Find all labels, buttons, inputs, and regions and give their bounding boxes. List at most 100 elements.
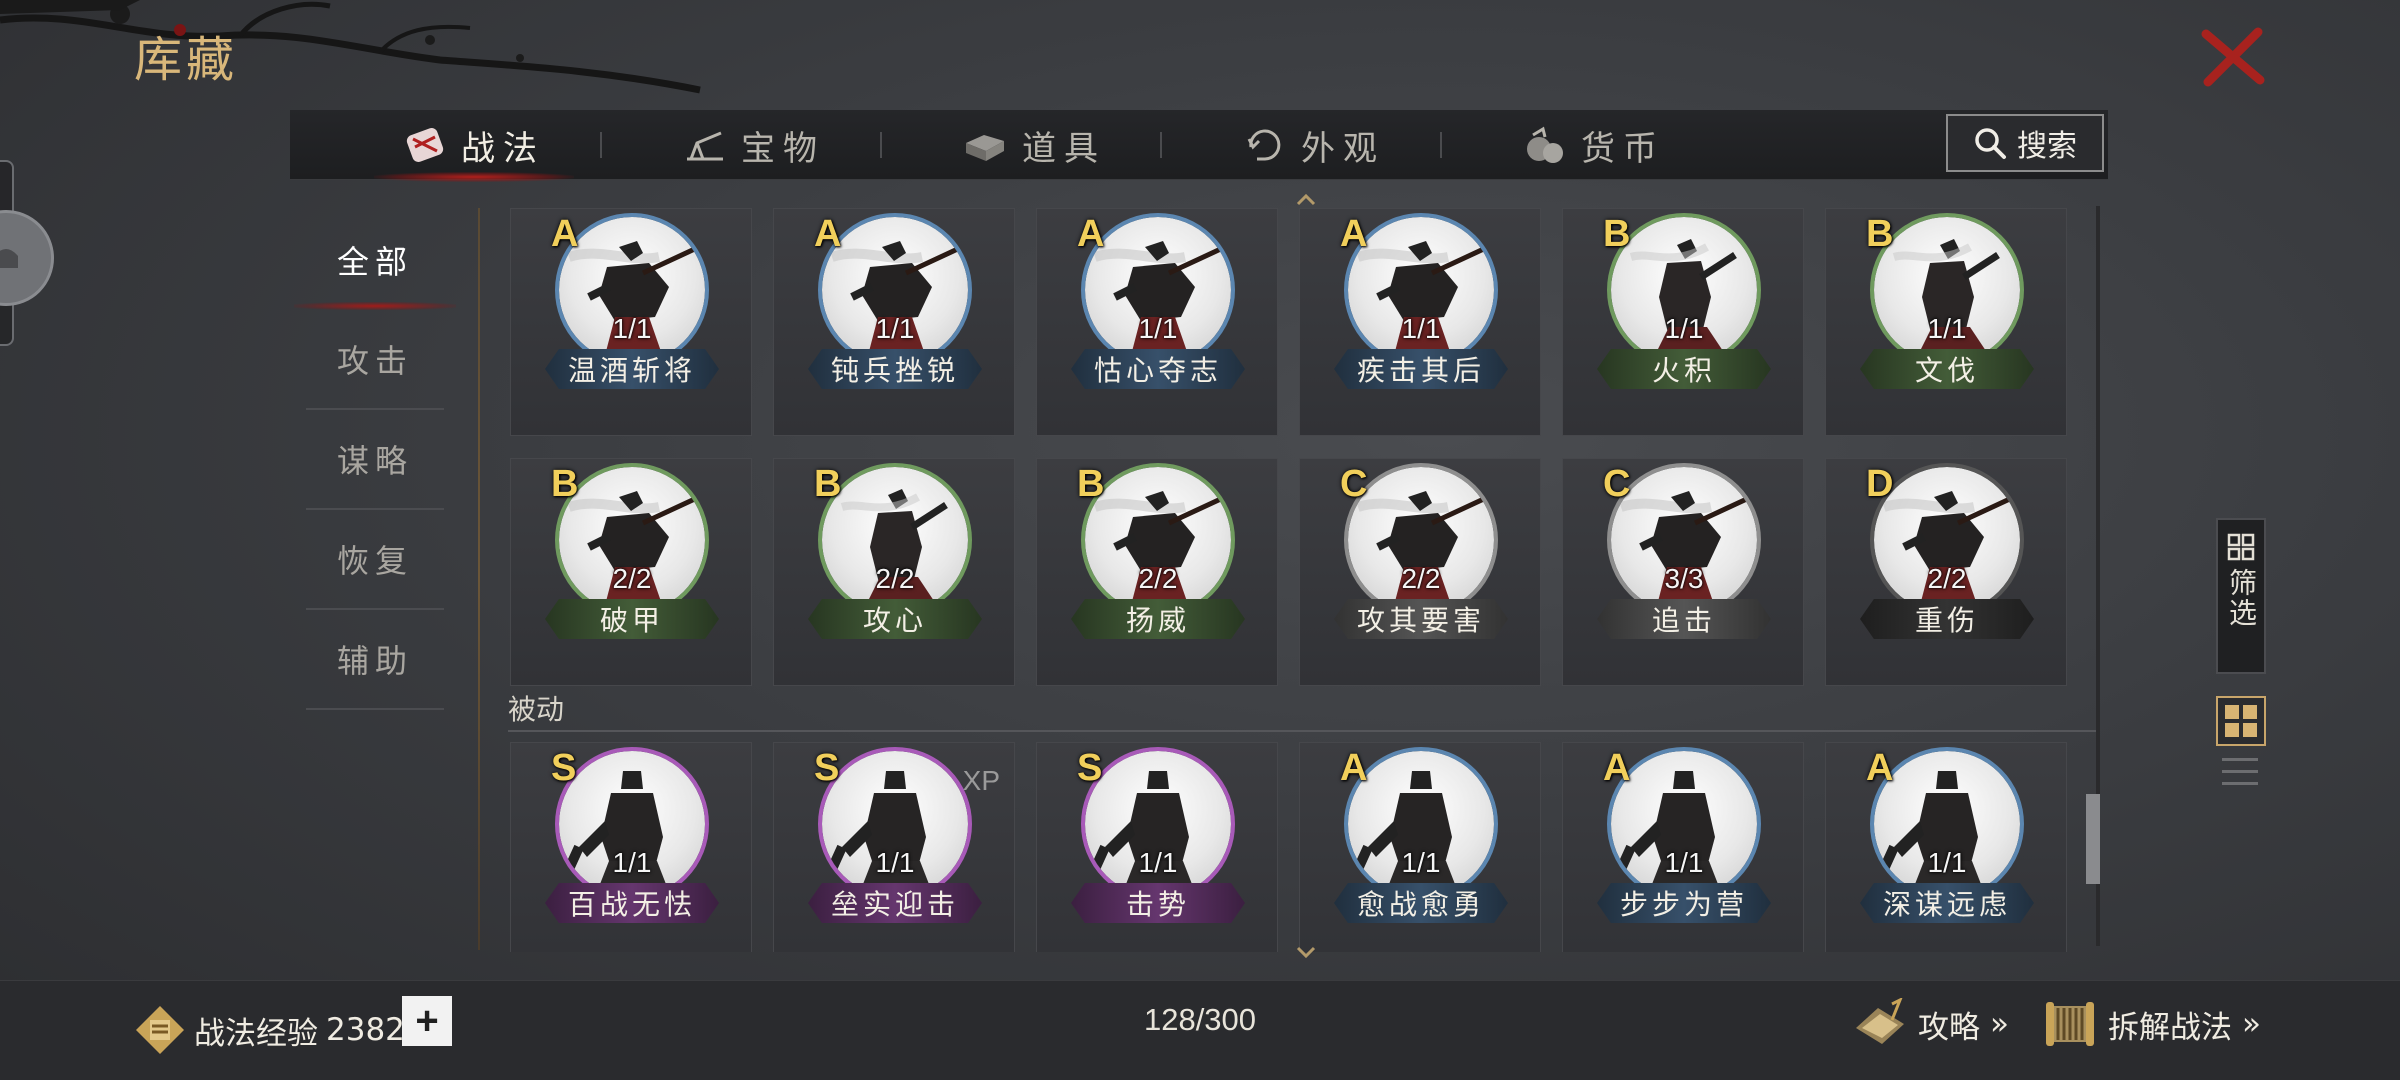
tab-items[interactable]: 道具 [894,110,1174,180]
tactic-count: 2/2 [612,563,652,594]
tactic-name: 百战无怯 [545,883,719,923]
grade-badge: B [1077,463,1105,505]
tactic-name: 愈战愈勇 [1334,883,1508,923]
disassemble-label: 拆解战法 [2108,1009,2232,1046]
tactic-card[interactable]: C 2/2 攻其要害 [1299,458,1541,686]
tactic-name: 击势 [1071,883,1245,923]
tab-divider [1160,132,1162,158]
tactic-card[interactable]: A 1/1 温酒斩将 [510,208,752,436]
tactic-card[interactable]: S 1/1 百战无怯 [510,742,752,952]
scrollbar-thumb[interactable] [2086,794,2100,884]
grid-view-icon[interactable] [2216,696,2266,746]
grade-badge: B [551,463,579,505]
guide-arrows: » [1990,1006,2009,1042]
guide-link[interactable]: 攻略 » [1852,998,2009,1050]
filter-label: 筛选 [2225,568,2258,628]
tactics-icon [406,128,444,162]
grade-badge: A [814,213,842,255]
book-icon [1856,998,1904,1044]
tactic-count: 2/2 [875,563,915,594]
tactic-name: 深谋远虑 [1860,883,2034,923]
tactic-card[interactable]: B 2/2 扬威 [1036,458,1278,686]
tactic-name: 扬威 [1071,599,1245,639]
section-label-passive: 被动 [508,693,565,726]
tactic-card[interactable]: A 1/1 钝兵挫锐 [773,208,1015,436]
disassemble-arrows: » [2242,1006,2261,1042]
tactic-name: 重伤 [1860,599,2034,639]
grade-badge: C [1340,463,1368,505]
storage-capacity: 128/300 [1143,1002,1257,1037]
xp-tag: XP [962,765,1000,796]
category-strategy[interactable]: 谋略 [306,410,444,510]
tab-tactics[interactable]: 战法 [334,110,614,182]
grade-badge: S [551,747,577,789]
grade-badge: A [1340,747,1368,789]
tactics-grid: 被动 A 1/1 温酒斩将 A 1/1 钝兵挫锐 A 1/1 怙心夺志 A 1/1 疾击其后 B 1/1 火… [500,206,2100,952]
menu-divider [478,208,480,950]
grade-badge: C [1603,463,1631,505]
tactic-card[interactable]: A 1/1 愈战愈勇 [1299,742,1541,952]
filter-button[interactable]: 筛选 [2216,518,2266,674]
tactic-count: 1/1 [612,313,652,344]
tab-divider [600,132,602,158]
grade-badge: B [1603,213,1631,255]
category-all[interactable]: 全部 [294,210,456,310]
tactic-name: 追击 [1597,599,1771,639]
exp-value: 2382 [326,1012,405,1048]
tactic-count: 1/1 [1138,313,1178,344]
tactic-card[interactable]: C 3/3 追击 [1562,458,1804,686]
add-exp-button[interactable]: + [402,996,452,1046]
tab-items-label: 道具 [1022,128,1106,169]
search-button[interactable]: 搜索 [1946,114,2104,172]
tactic-card[interactable]: S 1/1 垒实迎击 XP [773,742,1015,952]
tactic-count: 1/1 [875,847,915,878]
category-label: 恢复 [336,542,413,580]
tactic-name: 火积 [1597,349,1771,389]
tactic-name: 怙心夺志 [1071,349,1245,389]
tactic-count: 1/1 [1664,847,1704,878]
tab-divider [1440,132,1442,158]
tactic-card[interactable]: A 1/1 步步为营 [1562,742,1804,952]
tactic-count: 3/3 [1664,563,1704,594]
list-view-icon[interactable] [2222,758,2258,798]
category-recovery[interactable]: 恢复 [306,510,444,610]
close-icon[interactable] [2196,26,2270,88]
tactic-card[interactable]: D 2/2 重伤 [1825,458,2067,686]
category-attack[interactable]: 攻击 [306,310,444,410]
tactic-count: 1/1 [1664,313,1704,344]
tactic-count: 1/1 [1927,313,1967,344]
fist-seal-icon [136,1006,184,1054]
tactic-count: 2/2 [1138,563,1178,594]
grade-badge: A [551,213,579,255]
tactic-card[interactable]: A 1/1 怙心夺志 [1036,208,1278,436]
search-icon [1975,128,2006,159]
tactic-card[interactable]: B 2/2 攻心 [773,458,1015,686]
page-title: 库藏 [134,32,239,88]
tactic-card[interactable]: B 1/1 文伐 [1825,208,2067,436]
tactic-card[interactable]: A 1/1 疾击其后 [1299,208,1541,436]
tab-currency[interactable]: 货币 [1454,110,1734,180]
tactics-exp: 战法经验 2382 [134,1000,405,1060]
tab-divider [880,132,882,158]
tactic-count: 1/1 [1401,313,1441,344]
side-avatar-button[interactable] [0,210,54,306]
tactic-card[interactable]: S 1/1 击势 [1036,742,1278,952]
tab-tactics-label: 战法 [461,128,545,169]
tactic-count: 1/1 [1927,847,1967,878]
tactic-name: 疾击其后 [1334,349,1508,389]
appearance-icon [1247,129,1281,161]
scroll-down-arrow-icon [1296,946,1316,958]
grade-badge: A [1603,747,1631,789]
tab-treasure[interactable]: 宝物 [614,110,894,180]
category-support[interactable]: 辅助 [306,610,444,710]
tactic-card[interactable]: B 1/1 火积 [1562,208,1804,436]
disassemble-link[interactable]: 拆解战法 » [2042,998,2261,1050]
grade-badge: A [1077,213,1105,255]
tab-treasure-label: 宝物 [741,128,825,169]
exp-label: 战法经验 [194,1015,318,1052]
tab-appearance-label: 外观 [1301,128,1385,169]
tab-appearance[interactable]: 外观 [1174,110,1454,180]
grade-badge: A [1866,747,1894,789]
tactic-card[interactable]: B 2/2 破甲 [510,458,752,686]
tactic-card[interactable]: A 1/1 深谋远虑 [1825,742,2067,952]
